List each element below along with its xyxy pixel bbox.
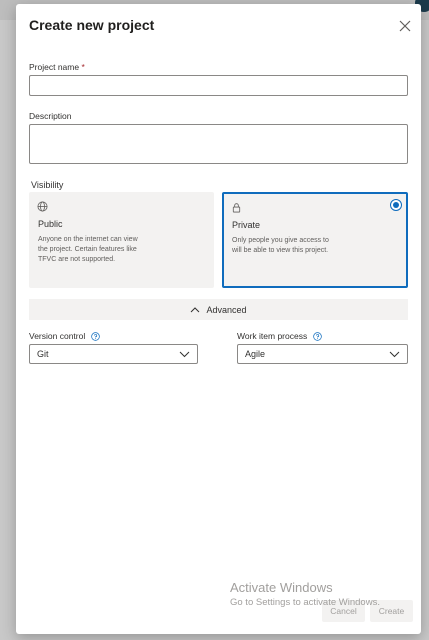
project-name-label: Project name * bbox=[29, 62, 85, 72]
visibility-option-title: Public bbox=[38, 219, 63, 229]
chevron-up-icon bbox=[191, 307, 200, 313]
project-name-label-text: Project name bbox=[29, 62, 80, 72]
visibility-option-public[interactable]: Public Anyone on the internet can view t… bbox=[29, 192, 214, 288]
advanced-toggle[interactable]: Advanced bbox=[29, 299, 408, 320]
chevron-down-icon bbox=[389, 351, 400, 357]
version-control-label-text: Version control bbox=[29, 331, 86, 341]
work-item-process-value: Agile bbox=[245, 349, 266, 359]
work-item-process-dropdown[interactable]: Agile bbox=[237, 344, 408, 364]
create-project-dialog: Create new project Project name * Descri… bbox=[16, 4, 421, 634]
visibility-option-description: Only people you give access to will be a… bbox=[232, 237, 329, 254]
selected-radio[interactable] bbox=[390, 199, 402, 211]
project-name-input[interactable] bbox=[29, 75, 408, 96]
visibility-label: Visibility bbox=[31, 180, 64, 190]
version-control-value: Git bbox=[37, 349, 49, 359]
work-item-process-label-text: Work item process bbox=[237, 331, 308, 341]
work-item-process-label: Work item process bbox=[237, 331, 322, 341]
activation-watermark-title: Activate Windows bbox=[230, 580, 333, 595]
advanced-label: Advanced bbox=[206, 304, 247, 315]
version-control-dropdown[interactable]: Git bbox=[29, 344, 198, 364]
lock-icon bbox=[232, 203, 241, 213]
globe-icon bbox=[37, 201, 48, 212]
visibility-option-private[interactable]: Private Only people you give access to w… bbox=[222, 192, 408, 288]
visibility-option-description: Anyone on the internet can view the proj… bbox=[38, 236, 138, 263]
required-mark: * bbox=[81, 62, 85, 72]
help-icon[interactable] bbox=[312, 332, 322, 341]
help-icon[interactable] bbox=[90, 332, 100, 341]
activation-watermark-subtitle: Go to Settings to activate Windows. bbox=[230, 597, 380, 608]
description-textarea[interactable] bbox=[29, 124, 408, 164]
version-control-label: Version control bbox=[29, 331, 100, 341]
dialog-title: Create new project bbox=[29, 17, 155, 33]
close-icon[interactable] bbox=[397, 18, 413, 34]
radio-dot bbox=[393, 202, 399, 208]
visibility-option-title: Private bbox=[232, 220, 261, 230]
description-label: Description bbox=[29, 111, 72, 121]
chevron-down-icon bbox=[179, 351, 190, 357]
